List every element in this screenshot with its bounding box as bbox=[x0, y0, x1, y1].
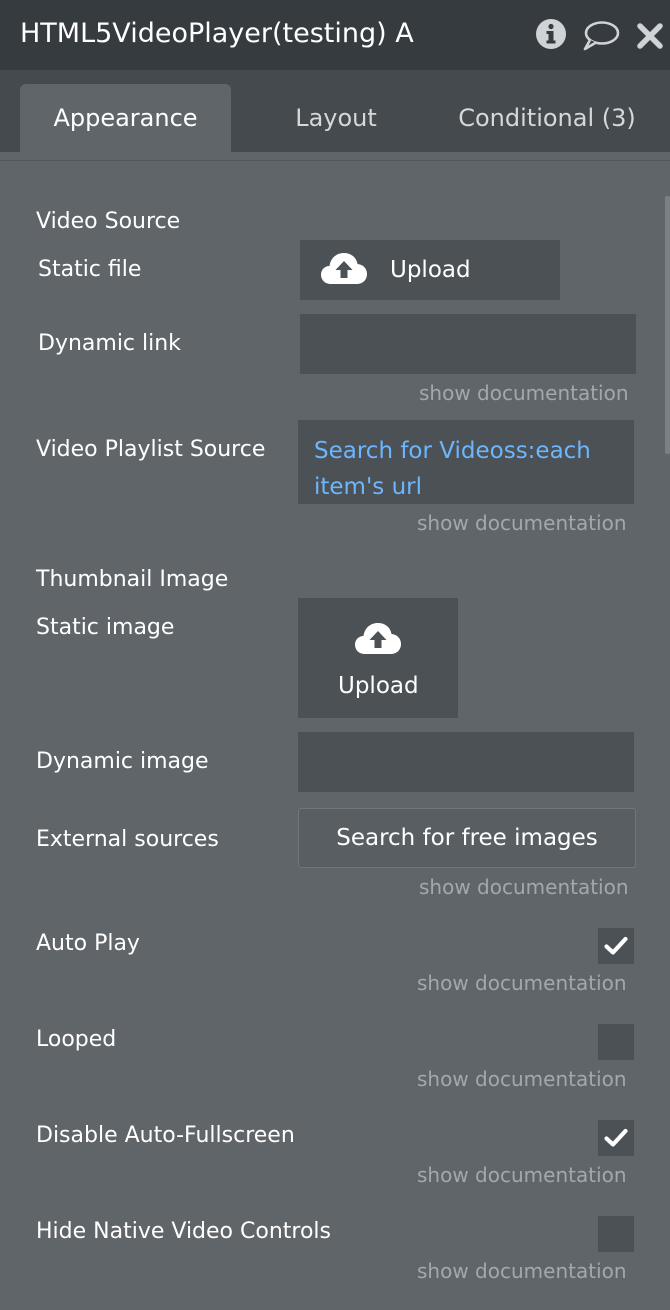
tab-appearance[interactable]: Appearance bbox=[20, 84, 231, 152]
tab-bar: Appearance Layout Conditional (3) bbox=[0, 70, 670, 152]
checkmark-icon bbox=[604, 936, 628, 955]
dynamic-link-label: Dynamic link bbox=[38, 331, 181, 356]
divider bbox=[0, 160, 670, 161]
scrollbar[interactable] bbox=[665, 196, 670, 454]
panel-title: HTML5VideoPlayer(testing) A bbox=[20, 18, 414, 49]
thumbnail-image-heading: Thumbnail Image bbox=[36, 567, 229, 592]
tab-conditional[interactable]: Conditional (3) bbox=[442, 84, 652, 152]
show-documentation-link[interactable]: show documentation bbox=[417, 1258, 627, 1284]
show-documentation-link[interactable]: show documentation bbox=[419, 874, 629, 900]
show-documentation-link[interactable]: show documentation bbox=[417, 510, 627, 536]
disable-auto-fullscreen-checkbox[interactable] bbox=[598, 1120, 634, 1156]
checkmark-icon bbox=[604, 1128, 628, 1147]
title-bar: HTML5VideoPlayer(testing) A bbox=[0, 0, 670, 70]
tab-layout[interactable]: Layout bbox=[262, 84, 410, 152]
hide-native-video-controls-checkbox[interactable] bbox=[598, 1216, 634, 1252]
dynamic-link-input[interactable] bbox=[300, 314, 636, 374]
external-sources-label: External sources bbox=[36, 827, 219, 852]
disable-auto-fullscreen-label: Disable Auto-Fullscreen bbox=[36, 1123, 295, 1148]
dynamic-image-input[interactable] bbox=[298, 732, 634, 792]
static-image-label: Static image bbox=[36, 615, 175, 640]
video-source-heading: Video Source bbox=[36, 209, 181, 234]
show-documentation-link[interactable]: show documentation bbox=[417, 970, 627, 996]
show-documentation-link[interactable]: show documentation bbox=[419, 380, 629, 406]
show-documentation-link[interactable]: show documentation bbox=[417, 1066, 627, 1092]
static-image-upload-button[interactable]: Upload bbox=[298, 598, 458, 718]
upload-label: Upload bbox=[338, 673, 419, 699]
hide-native-video-controls-label: Hide Native Video Controls bbox=[36, 1219, 331, 1244]
show-documentation-link[interactable]: show documentation bbox=[417, 1162, 627, 1188]
info-icon[interactable] bbox=[534, 17, 568, 55]
video-playlist-source-field[interactable]: Search for Videoss:each item's url bbox=[298, 420, 634, 504]
auto-play-label: Auto Play bbox=[36, 931, 140, 956]
upload-label: Upload bbox=[390, 257, 471, 283]
video-playlist-source-label: Video Playlist Source bbox=[36, 437, 266, 462]
looped-label: Looped bbox=[36, 1027, 117, 1052]
static-file-label: Static file bbox=[38, 257, 142, 282]
close-icon[interactable] bbox=[636, 22, 664, 54]
looped-checkbox[interactable] bbox=[598, 1024, 634, 1060]
dynamic-expression-text[interactable]: Search for Videoss:each item's url bbox=[314, 433, 594, 505]
auto-play-checkbox[interactable] bbox=[598, 928, 634, 964]
search-free-images-button[interactable]: Search for free images bbox=[298, 808, 636, 868]
dynamic-image-label: Dynamic image bbox=[36, 749, 209, 774]
cloud-upload-icon bbox=[320, 250, 368, 292]
static-file-upload-button[interactable]: Upload bbox=[300, 240, 560, 300]
comment-icon[interactable] bbox=[582, 20, 620, 56]
cloud-upload-icon bbox=[354, 620, 402, 662]
